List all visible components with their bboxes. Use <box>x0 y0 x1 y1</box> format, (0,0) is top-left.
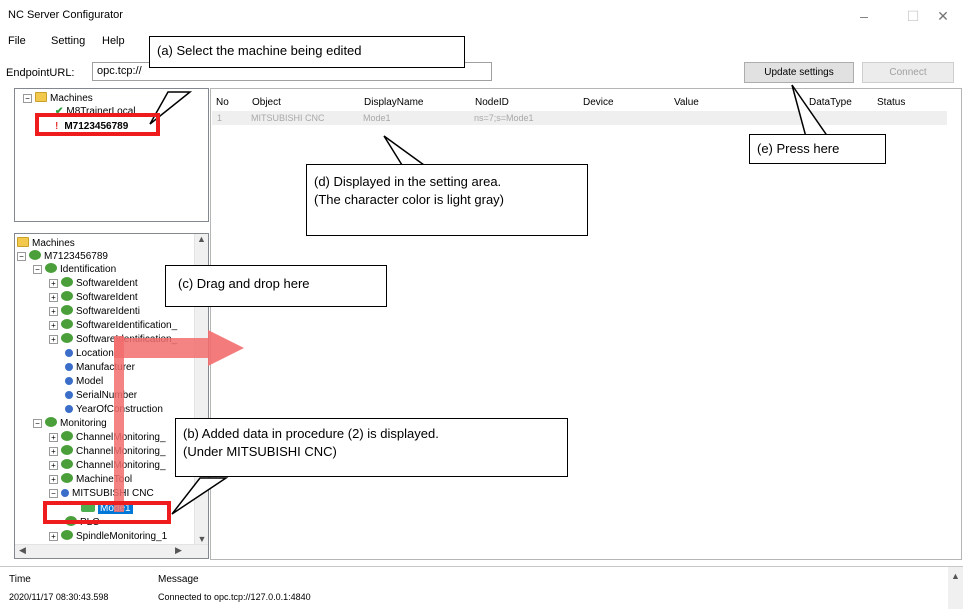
callout-b-line2: (Under MITSUBISHI CNC) <box>183 444 337 459</box>
drag-arrow-stem <box>114 336 124 512</box>
callout-d-pointer <box>383 135 427 166</box>
highlight-machine-box <box>35 113 160 136</box>
callout-c: (c) Drag and drop here <box>165 265 387 307</box>
callout-b-pointer <box>171 477 229 515</box>
callout-e: (e) Press here <box>749 134 886 164</box>
callout-d-line1: (d) Displayed in the setting area. <box>314 174 502 189</box>
callout-d-line2: (The character color is light gray) <box>314 192 505 207</box>
callout-a: (a) Select the machine being edited <box>149 36 465 68</box>
highlight-mode1-box <box>43 501 171 524</box>
callout-b: (b) Added data in procedure (2) is displ… <box>175 418 568 477</box>
callout-d: (d) Displayed in the setting area. (The … <box>306 164 588 236</box>
callout-e-pointer <box>791 84 830 138</box>
drag-arrow-body <box>114 338 208 358</box>
callout-b-line1: (b) Added data in procedure (2) is displ… <box>183 426 439 441</box>
drag-arrow-head-icon <box>208 330 244 366</box>
